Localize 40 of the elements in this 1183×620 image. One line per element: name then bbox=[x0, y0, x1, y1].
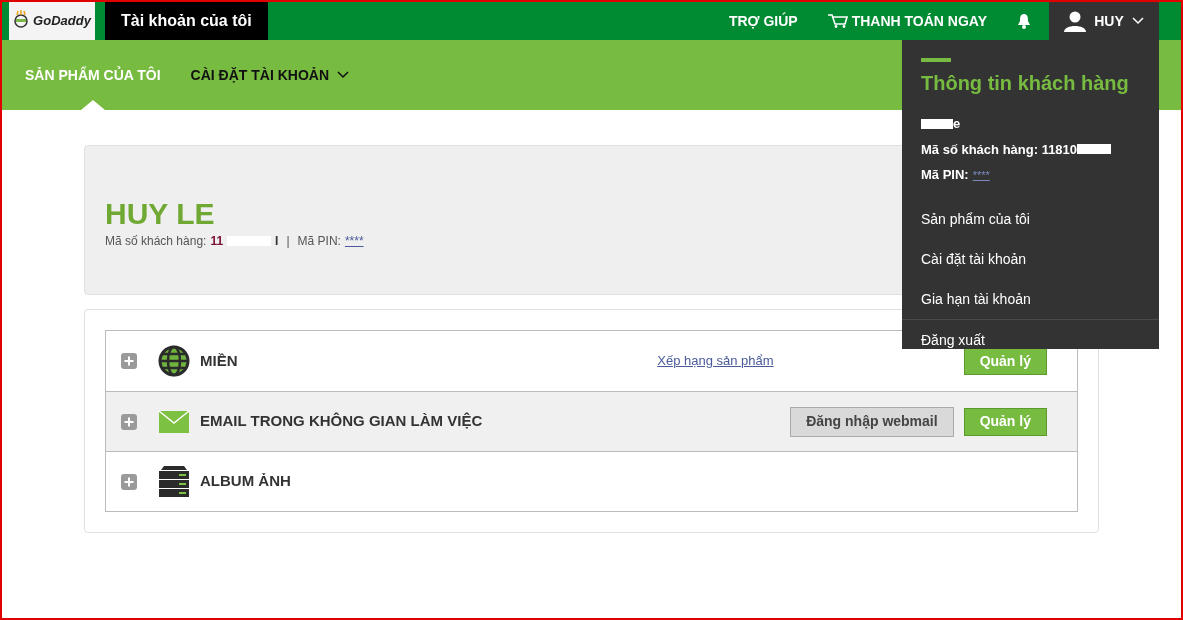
expand-icon bbox=[121, 473, 137, 490]
customer-id: Mã số khách hàng: 11810 bbox=[921, 140, 1078, 159]
accent-bar bbox=[921, 58, 951, 62]
pin-link[interactable]: **** bbox=[972, 166, 990, 183]
page-title: Tài khoản của tôi bbox=[105, 2, 268, 40]
dropdown-menu-item[interactable]: Gia hạn tài khoản bbox=[902, 278, 1159, 319]
user-menu-button[interactable]: HUY bbox=[1049, 2, 1159, 40]
customer-name: e bbox=[953, 115, 961, 133]
customer-id-tail: I bbox=[275, 233, 279, 250]
customer-id: 11 bbox=[210, 233, 224, 250]
customer-name: HUY LE bbox=[105, 198, 215, 230]
dropdown-menu-item[interactable]: Cài đặt tài khoản bbox=[902, 238, 1159, 279]
product-link[interactable]: Xếp hạng sản phẩm bbox=[657, 351, 774, 371]
customer-id-label: Mã số khách hàng: bbox=[105, 233, 207, 250]
logo[interactable]: GoDaddy bbox=[9, 2, 95, 40]
header-link[interactable]: TRỢ GIÚP bbox=[728, 10, 798, 32]
separator: | bbox=[286, 233, 290, 250]
webmail-login-button[interactable]: Đăng nhập webmail bbox=[790, 406, 954, 437]
product-name: EMAIL TRONG KHÔNG GIAN LÀM VIỆC bbox=[200, 411, 483, 432]
bell-icon bbox=[1017, 13, 1031, 29]
product-name: MIỀN bbox=[200, 350, 238, 371]
server-icon bbox=[158, 464, 190, 499]
dropdown-title: Thông tin khách hàng bbox=[921, 71, 1130, 96]
globe-icon bbox=[158, 345, 190, 377]
user-icon bbox=[1064, 10, 1087, 32]
nav-tab[interactable]: CÀI ĐẶT TÀI KHOẢN bbox=[190, 40, 350, 110]
header-link[interactable]: THANH TOÁN NGAY bbox=[827, 10, 987, 32]
pin-link[interactable]: **** bbox=[344, 232, 364, 250]
pin-label: Mã PIN: bbox=[297, 233, 341, 250]
expand-icon bbox=[121, 353, 137, 369]
cart-icon bbox=[827, 14, 848, 28]
chevron-down-icon bbox=[1131, 17, 1144, 25]
redaction-bar bbox=[1077, 144, 1112, 155]
dropdown-menu-item[interactable]: Sản phẩm của tôi bbox=[902, 198, 1159, 239]
logo-text: GoDaddy bbox=[33, 12, 91, 31]
product-name: ALBUM ẢNH bbox=[200, 471, 291, 492]
expand-icon bbox=[121, 413, 137, 430]
pin-label: Mã PIN: bbox=[921, 166, 969, 184]
redaction-bar bbox=[921, 118, 953, 129]
envelope-icon bbox=[158, 408, 190, 435]
